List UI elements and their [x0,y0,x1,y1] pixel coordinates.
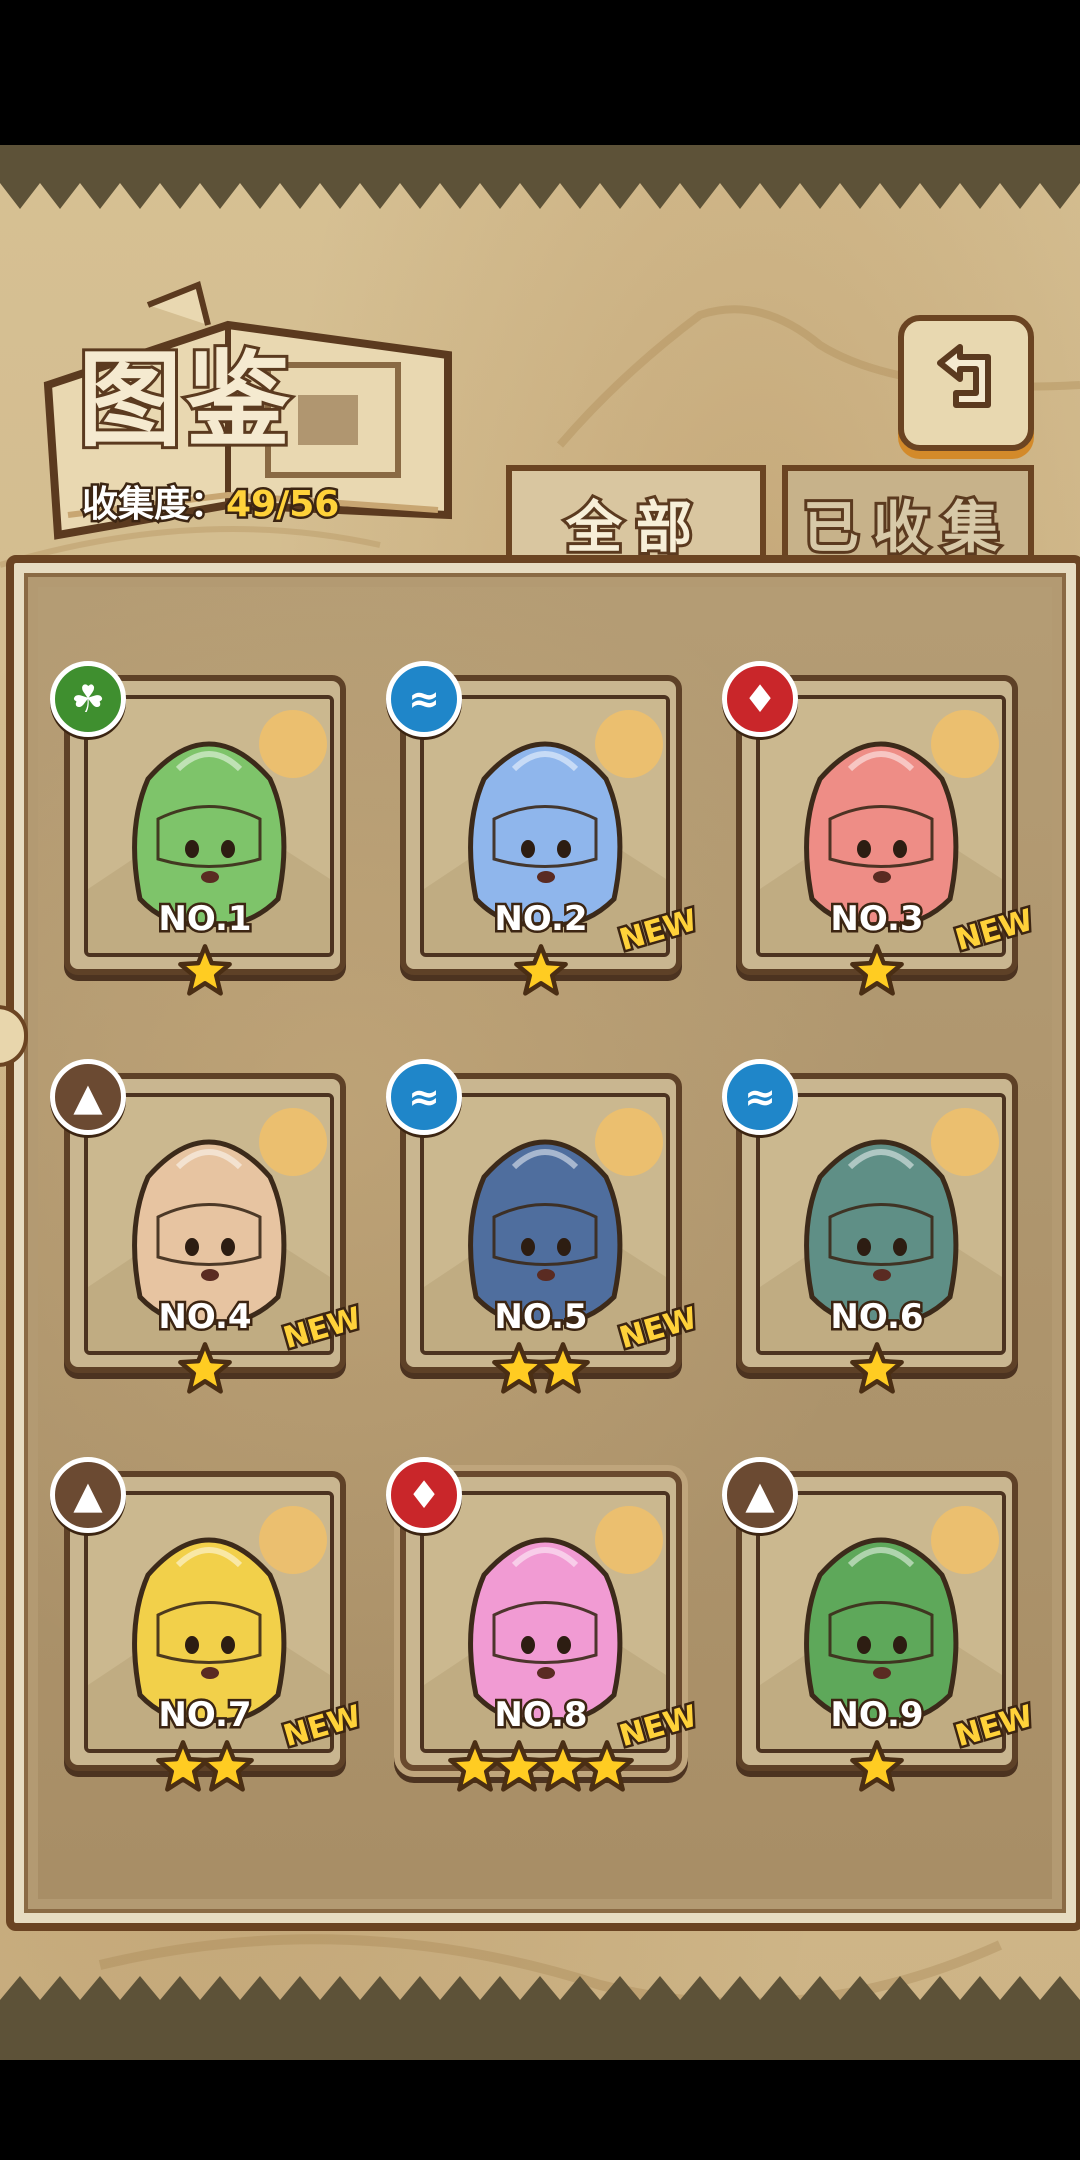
card-5[interactable]: NO.5 ≈ NEW [386,1059,704,1403]
card-number: NO.6 [828,1295,926,1340]
fire-icon: ♦ [386,1457,462,1533]
card-9[interactable]: NO.9 ▲ NEW [722,1457,1040,1801]
water-icon: ≈ [386,661,462,737]
back-button[interactable] [898,315,1034,451]
fire-icon: ♦ [722,661,798,737]
star-icon [850,1740,904,1792]
water-icon: ≈ [722,1059,798,1135]
water-icon: ≈ [386,1059,462,1135]
game-screen: 图鉴 收集度：49/56 全部 已收集 NO.1 ☘ NO.2 ≈ NEW NO.3 ♦ NE… [0,145,1080,2060]
card-6[interactable]: NO.6 ≈ [722,1059,1018,1403]
earth-icon: ▲ [722,1457,798,1533]
star-icon [178,1342,232,1394]
nature-icon: ☘ [50,661,126,737]
star-icon [514,944,568,996]
card-number: NO.1 [156,897,254,942]
card-3[interactable]: NO.3 ♦ NEW [722,661,1040,1005]
star-icon [178,944,232,996]
card-4[interactable]: NO.4 ▲ NEW [50,1059,368,1403]
card-1[interactable]: NO.1 ☘ [50,661,346,1005]
card-2[interactable]: NO.2 ≈ NEW [386,661,704,1005]
card-8[interactable]: NO.8 ♦ NEW [386,1457,704,1801]
rarity-stars [736,1341,1018,1401]
star-icon [200,1740,254,1792]
earth-icon: ▲ [50,1457,126,1533]
collection-value: 49/56 [224,482,342,528]
return-arrow-icon [937,344,991,408]
star-icon [850,944,904,996]
star-icon [850,1342,904,1394]
collection-progress: 收集度：49/56 [79,475,342,528]
card-7[interactable]: NO.7 ▲ NEW [50,1457,368,1801]
rarity-stars [64,943,346,1003]
top-torn-edge [0,145,1080,209]
bottom-torn-edge [0,1976,1080,2060]
earth-icon: ▲ [50,1059,126,1135]
page-title: 图鉴 [75,335,295,464]
collection-label: 收集度： [79,482,228,528]
star-icon [536,1342,590,1394]
